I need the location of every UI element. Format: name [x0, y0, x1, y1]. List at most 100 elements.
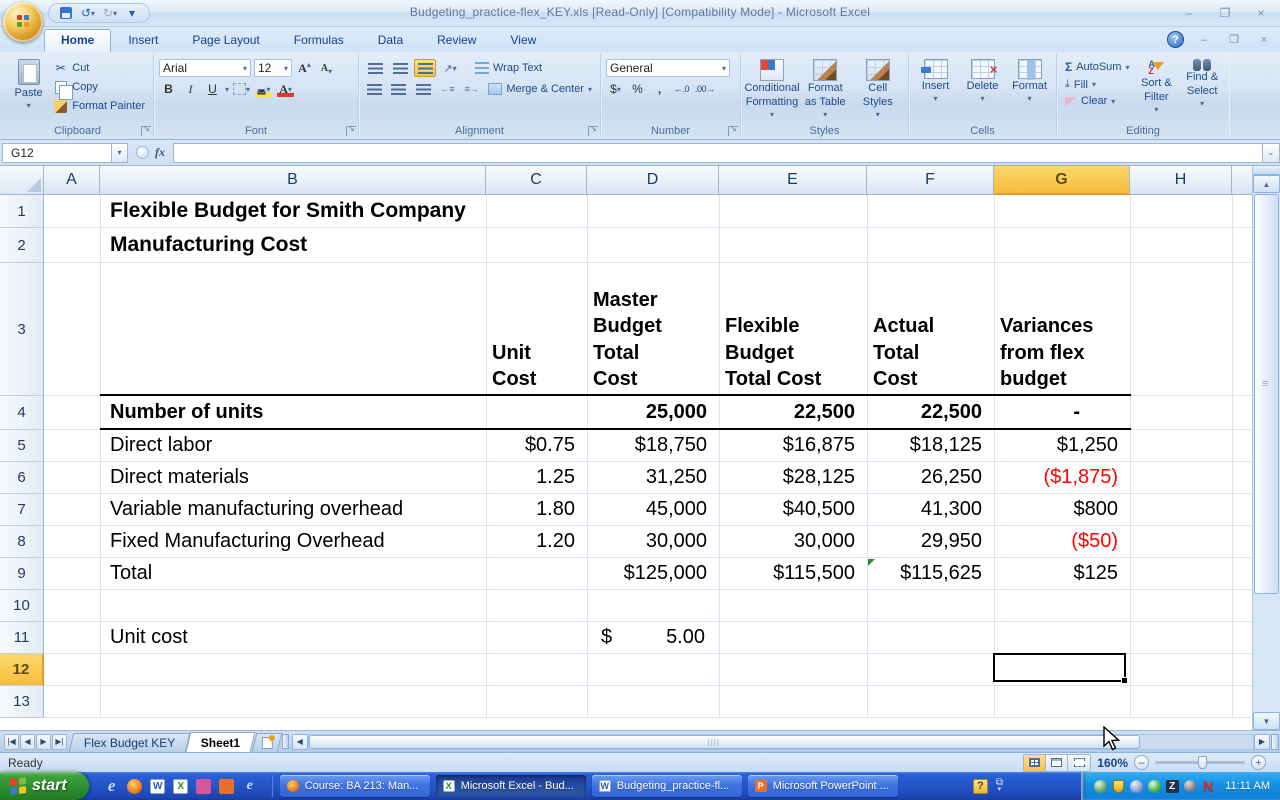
cell-g4[interactable]: -	[994, 396, 1130, 429]
decrease-indent-button[interactable]: ←≡	[437, 80, 458, 98]
scroll-left-button[interactable]: ◀	[292, 734, 308, 750]
comma-style-button[interactable]: ,	[650, 80, 669, 98]
increase-indent-button[interactable]: ≡→	[461, 80, 482, 98]
cell-b2-title[interactable]: Manufacturing Cost	[100, 228, 486, 262]
help-badge-icon[interactable]: ?	[973, 779, 988, 794]
cell-actual[interactable]: 41,300	[867, 494, 994, 525]
page-layout-view-button[interactable]	[1046, 755, 1068, 771]
previous-sheet-button[interactable]: ◀	[20, 734, 35, 750]
formula-input[interactable]	[173, 143, 1262, 163]
column-header-f[interactable]: F	[867, 166, 994, 195]
tab-split-handle[interactable]	[282, 734, 289, 749]
cell-variance[interactable]: ($50)	[994, 526, 1130, 557]
task-button-excel-active[interactable]: X Microsoft Excel - Bud...	[436, 775, 586, 797]
vertical-scrollbar[interactable]: ▲ ▼	[1252, 166, 1280, 730]
cell-variance[interactable]: $1,250	[994, 430, 1130, 461]
start-button[interactable]: start	[0, 772, 89, 800]
tray-netsupport-icon[interactable]: N	[1201, 779, 1215, 793]
cell-label[interactable]: Fixed Manufacturing Overhead	[100, 526, 486, 557]
tray-key-icon[interactable]	[1129, 779, 1143, 793]
cell-styles-button[interactable]: Cell Styles▾	[853, 56, 904, 123]
office-button[interactable]	[3, 2, 43, 42]
cell-label[interactable]: Variable manufacturing overhead	[100, 494, 486, 525]
row-header-1[interactable]: 1	[0, 195, 44, 228]
cell-master-budget[interactable]: 45,000	[587, 494, 719, 525]
vertical-split-handle[interactable]	[1253, 166, 1280, 175]
cell-actual[interactable]: $18,125	[867, 430, 994, 461]
sheet-tab-sheet1-active[interactable]: Sheet1	[186, 732, 256, 752]
cell-flexible-budget[interactable]: 30,000	[719, 526, 867, 557]
delete-cells-button[interactable]: Delete▾	[961, 56, 1004, 123]
cell-flexible-budget[interactable]: $40,500	[719, 494, 867, 525]
sheet-tab-flex-budget-key[interactable]: Flex Budget KEY	[69, 733, 191, 752]
cell-unit-cost[interactable]: $0.75	[486, 430, 587, 461]
decrease-decimal-button[interactable]: .00→	[694, 80, 716, 98]
tray-shield-icon[interactable]	[1111, 779, 1125, 793]
ribbon-tab[interactable]: Data	[361, 29, 420, 52]
next-sheet-button[interactable]: ▶	[36, 734, 51, 750]
row-header-11[interactable]: 11	[0, 622, 44, 654]
sort-filter-button[interactable]: Sort & Filter▾	[1135, 56, 1177, 123]
cell-actual[interactable]: 26,250	[867, 462, 994, 493]
clipboard-dialog-launcher[interactable]	[141, 126, 151, 136]
increase-decimal-button[interactable]: ←.0	[672, 80, 691, 98]
minimize-button[interactable]: –	[1176, 5, 1202, 20]
vertical-scroll-track[interactable]	[1253, 595, 1280, 712]
wrap-text-button[interactable]: Wrap Text	[472, 61, 545, 75]
ribbon-tab[interactable]: View	[493, 29, 553, 52]
fill-color-button[interactable]: ◛▾	[254, 80, 273, 98]
insert-worksheet-tab[interactable]	[251, 733, 282, 752]
cell-label[interactable]: Total	[100, 558, 486, 589]
cell-master-budget[interactable]: 31,250	[587, 462, 719, 493]
page-break-view-button[interactable]	[1068, 755, 1090, 771]
clear-button[interactable]: Clear▾	[1062, 94, 1132, 108]
scroll-down-button[interactable]: ▼	[1253, 712, 1280, 730]
cell-b4[interactable]: Number of units	[100, 396, 486, 429]
zoom-out-button[interactable]: –	[1134, 755, 1149, 770]
normal-view-button[interactable]	[1024, 755, 1046, 771]
name-box[interactable]: G12	[2, 143, 112, 163]
row-header[interactable]: 6	[0, 462, 44, 494]
quick-launch-excel-icon[interactable]: X	[172, 777, 190, 795]
shrink-font-button[interactable]: A▾	[317, 59, 336, 77]
workbook-minimize-button[interactable]: –	[1194, 33, 1214, 47]
row-header[interactable]: 8	[0, 526, 44, 558]
number-dialog-launcher[interactable]	[728, 126, 738, 136]
tray-gray-icon[interactable]	[1183, 779, 1197, 793]
align-middle-button[interactable]	[389, 59, 411, 77]
cell-variance[interactable]: $800	[994, 494, 1130, 525]
close-button[interactable]: ×	[1248, 5, 1274, 20]
cell-flexible-budget[interactable]: $115,500	[719, 558, 867, 589]
cell-actual[interactable]: $115,625	[867, 558, 994, 589]
cell-d11[interactable]: $ 5.00	[587, 622, 719, 653]
cell-c3-header[interactable]: Unit Cost	[486, 263, 587, 395]
borders-button[interactable]: ▾	[232, 80, 251, 98]
column-header-e[interactable]: E	[719, 166, 867, 195]
zoom-level[interactable]: 160%	[1097, 756, 1128, 770]
format-painter-button[interactable]: Format Painter	[50, 98, 148, 114]
scroll-up-button[interactable]: ▲	[1253, 175, 1280, 193]
paste-button[interactable]: Paste▾	[7, 56, 50, 114]
tray-antivirus-icon[interactable]	[1147, 779, 1161, 793]
merge-center-button[interactable]: Merge & Center▾	[485, 82, 595, 96]
row-header-3[interactable]: 3	[0, 263, 44, 396]
cell-master-budget[interactable]: 30,000	[587, 526, 719, 557]
column-header-h[interactable]: H	[1130, 166, 1232, 195]
align-left-button[interactable]	[364, 80, 385, 98]
insert-cells-button[interactable]: Insert▾	[914, 56, 957, 123]
cell-label[interactable]: Direct materials	[100, 462, 486, 493]
column-header-g-selected[interactable]: G	[994, 166, 1130, 195]
row-header[interactable]: 7	[0, 494, 44, 526]
detach-monitor-icon[interactable]: ⧉▾	[996, 779, 1003, 793]
column-header-d[interactable]: D	[587, 166, 719, 195]
tray-z-icon[interactable]: Z	[1165, 779, 1179, 793]
percent-style-button[interactable]: %	[628, 80, 647, 98]
font-size-select[interactable]: 12▾	[254, 59, 292, 77]
cell-flexible-budget[interactable]: $28,125	[719, 462, 867, 493]
select-all-corner[interactable]	[0, 166, 44, 195]
cut-button[interactable]: ✂Cut	[50, 60, 148, 76]
accounting-format-button[interactable]: $▾	[606, 80, 625, 98]
cell-label[interactable]: Direct labor	[100, 430, 486, 461]
horizontal-scroll-thumb[interactable]	[309, 735, 1140, 749]
horizontal-split-handle[interactable]	[1271, 734, 1279, 750]
